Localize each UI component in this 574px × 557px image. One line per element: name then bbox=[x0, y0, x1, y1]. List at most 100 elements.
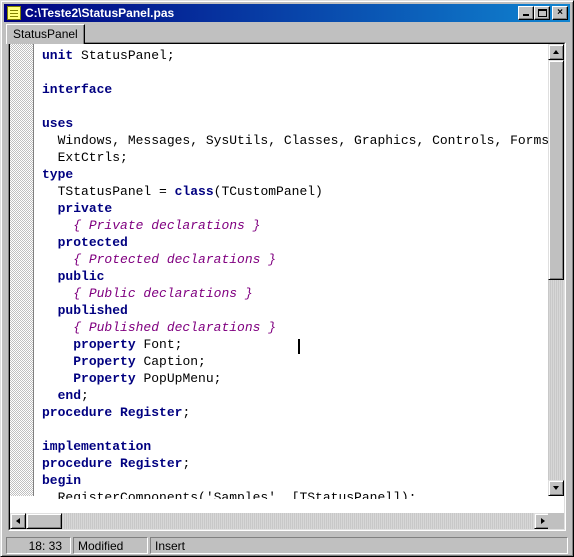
code-keyword: Register bbox=[120, 405, 183, 420]
code-line[interactable]: { Private declarations } bbox=[42, 217, 550, 234]
code-line[interactable]: public bbox=[42, 268, 550, 285]
code-line[interactable]: RegisterComponents('Samples', [TStatusPa… bbox=[42, 489, 550, 499]
code-comment: { Published declarations } bbox=[73, 320, 277, 335]
code-line[interactable]: { Published declarations } bbox=[42, 319, 550, 336]
maximize-button[interactable] bbox=[534, 6, 550, 20]
code-line[interactable]: { Public declarations } bbox=[42, 285, 550, 302]
code-text: StatusPanel; bbox=[73, 48, 175, 63]
code-line[interactable]: implementation bbox=[42, 438, 550, 455]
horizontal-scroll-thumb[interactable] bbox=[26, 513, 62, 529]
maximize-icon bbox=[538, 9, 547, 17]
window-title: C:\Teste2\StatusPanel.pas bbox=[25, 6, 175, 20]
arrow-left-icon bbox=[16, 518, 20, 524]
vertical-scroll-thumb[interactable] bbox=[548, 60, 564, 280]
code-text: ; bbox=[182, 456, 191, 471]
code-line[interactable]: property Font; bbox=[42, 336, 550, 353]
code-keyword: private bbox=[57, 201, 113, 216]
tab-statuspanel[interactable]: StatusPanel bbox=[6, 24, 85, 44]
code-line[interactable]: interface bbox=[42, 81, 550, 98]
close-button[interactable]: × bbox=[552, 6, 568, 20]
code-line[interactable]: unit StatusPanel; bbox=[42, 47, 550, 64]
code-keyword: begin bbox=[42, 473, 82, 488]
code-line[interactable]: uses bbox=[42, 115, 550, 132]
editor-gutter[interactable] bbox=[10, 44, 34, 496]
code-keyword: end bbox=[57, 388, 82, 403]
code-line[interactable]: ExtCtrls; bbox=[42, 149, 550, 166]
code-line[interactable]: published bbox=[42, 302, 550, 319]
minimize-button[interactable] bbox=[518, 6, 534, 20]
code-text: (TCustomPanel) bbox=[213, 184, 323, 199]
code-text: RegisterComponents('Samples', [TStatusPa… bbox=[42, 490, 417, 499]
code-keyword: procedure bbox=[42, 405, 113, 420]
close-icon: × bbox=[557, 7, 563, 18]
code-comment: { Private declarations } bbox=[73, 218, 261, 233]
code-text: Caption; bbox=[135, 354, 206, 369]
code-line[interactable]: Property Caption; bbox=[42, 353, 550, 370]
code-editor: unit StatusPanel; interface uses Windows, … bbox=[8, 42, 566, 531]
code-line[interactable]: TStatusPanel = class(TCustomPanel) bbox=[42, 183, 550, 200]
minimize-icon bbox=[523, 14, 529, 16]
code-line[interactable]: { Protected declarations } bbox=[42, 251, 550, 268]
code-line[interactable]: Windows, Messages, SysUtils, Classes, Gr… bbox=[42, 132, 550, 149]
title-bar[interactable]: C:\Teste2\StatusPanel.pas × bbox=[4, 4, 570, 22]
code-line[interactable] bbox=[42, 98, 550, 115]
modified-indicator: Modified bbox=[73, 537, 148, 554]
code-keyword: interface bbox=[42, 82, 113, 97]
code-line[interactable]: Property PopUpMenu; bbox=[42, 370, 550, 387]
code-keyword: protected bbox=[57, 235, 128, 250]
vertical-scrollbar[interactable] bbox=[548, 44, 564, 496]
code-line[interactable]: protected bbox=[42, 234, 550, 251]
code-line[interactable]: procedure Register; bbox=[42, 404, 550, 421]
code-text: Windows, Messages, SysUtils, Classes, Gr… bbox=[57, 133, 550, 148]
code-text: Font; bbox=[135, 337, 183, 352]
horizontal-scrollbar[interactable] bbox=[10, 513, 550, 529]
window-controls: × bbox=[518, 6, 568, 20]
code-text: ; bbox=[182, 405, 191, 420]
editor-window: C:\Teste2\StatusPanel.pas × StatusPanel … bbox=[0, 0, 574, 557]
code-keyword: published bbox=[57, 303, 128, 318]
scroll-up-button[interactable] bbox=[548, 44, 564, 60]
document-icon[interactable] bbox=[7, 6, 21, 20]
code-line[interactable] bbox=[42, 421, 550, 438]
code-line[interactable]: type bbox=[42, 166, 550, 183]
status-bar: 18: 33 Modified Insert bbox=[4, 537, 570, 554]
tab-strip: StatusPanel bbox=[4, 23, 570, 44]
text-caret bbox=[298, 339, 300, 354]
scroll-left-button[interactable] bbox=[10, 513, 26, 529]
code-keyword: Property bbox=[73, 354, 136, 369]
arrow-down-icon bbox=[553, 486, 559, 490]
code-area[interactable]: unit StatusPanel; interface uses Windows, … bbox=[42, 47, 550, 499]
arrow-right-icon bbox=[541, 518, 545, 524]
code-comment: { Protected declarations } bbox=[73, 252, 277, 267]
code-text: TStatusPanel = bbox=[42, 184, 175, 199]
code-keyword: type bbox=[42, 167, 74, 182]
code-line[interactable]: end; bbox=[42, 387, 550, 404]
code-text: PopUpMenu; bbox=[135, 371, 222, 386]
code-keyword: procedure bbox=[42, 456, 113, 471]
code-line[interactable] bbox=[42, 64, 550, 81]
code-keyword: Register bbox=[120, 456, 183, 471]
code-keyword: property bbox=[73, 337, 136, 352]
cursor-position: 18: 33 bbox=[6, 537, 71, 554]
arrow-up-icon bbox=[553, 50, 559, 54]
code-keyword: unit bbox=[42, 48, 74, 63]
code-line[interactable]: procedure Register; bbox=[42, 455, 550, 472]
code-line[interactable]: begin bbox=[42, 472, 550, 489]
scroll-down-button[interactable] bbox=[548, 480, 564, 496]
code-line[interactable]: private bbox=[42, 200, 550, 217]
scrollbar-corner bbox=[548, 513, 564, 529]
editor-body: unit StatusPanel; interface uses Windows, … bbox=[9, 43, 565, 530]
